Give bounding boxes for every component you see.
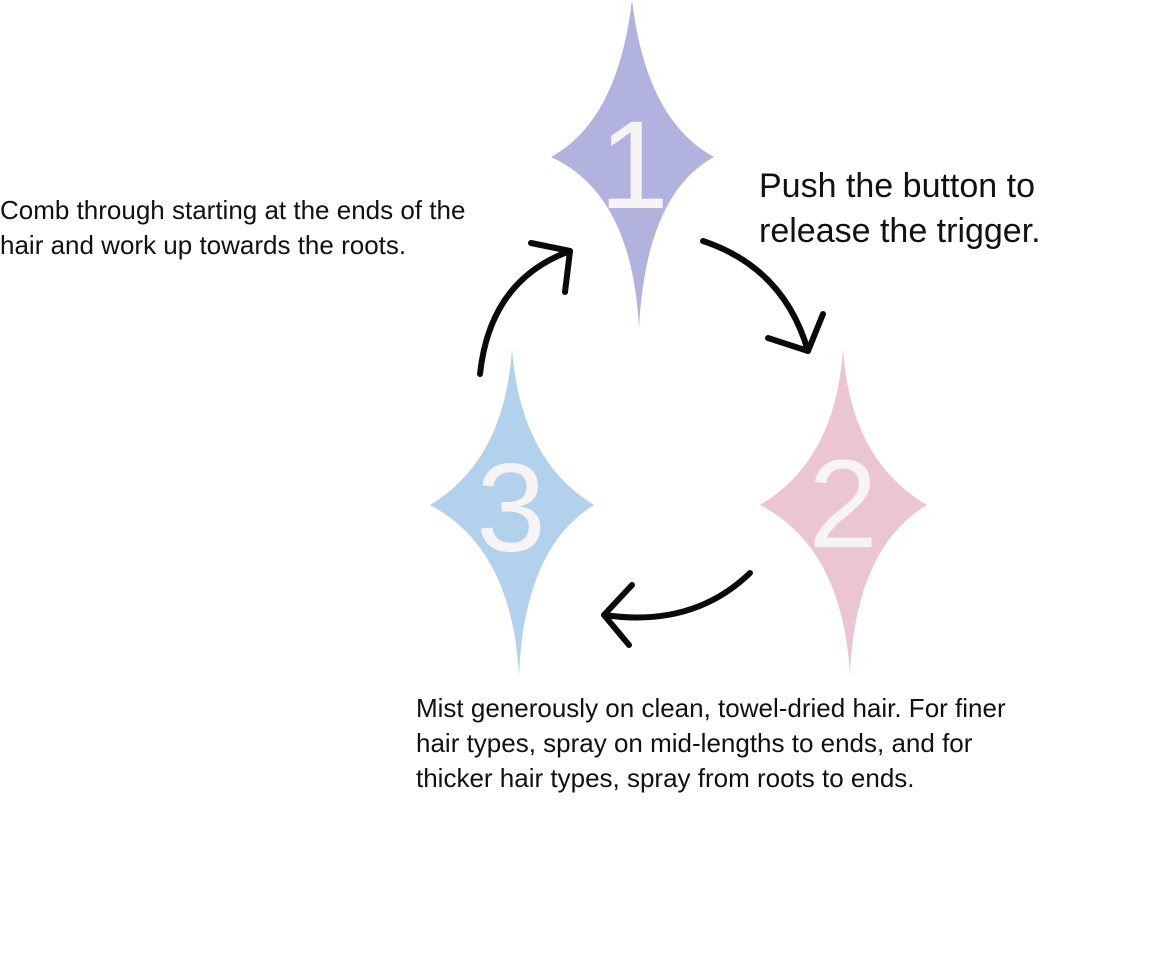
step-1-star: 1 bbox=[551, 0, 714, 328]
step-3-number: 3 bbox=[476, 439, 546, 578]
step-2-number: 2 bbox=[808, 435, 878, 574]
step-2-star: 2 bbox=[760, 348, 927, 676]
step-1-number: 1 bbox=[599, 96, 669, 235]
process-cycle-diagram: 1 2 3 Push the button to release the tri… bbox=[0, 0, 1175, 957]
arrow-1-to-2 bbox=[700, 238, 826, 354]
step-3-caption: Comb through starting at the ends of the… bbox=[0, 195, 466, 260]
step-1-caption: Push the button to release the trigger. bbox=[759, 167, 1041, 250]
step-3-star: 3 bbox=[430, 348, 594, 676]
arrow-2-to-3 bbox=[601, 570, 753, 648]
diagram-canvas: 1 2 3 bbox=[430, 0, 927, 676]
step-2-caption: Mist generously on clean, towel-dried ha… bbox=[416, 693, 1006, 793]
